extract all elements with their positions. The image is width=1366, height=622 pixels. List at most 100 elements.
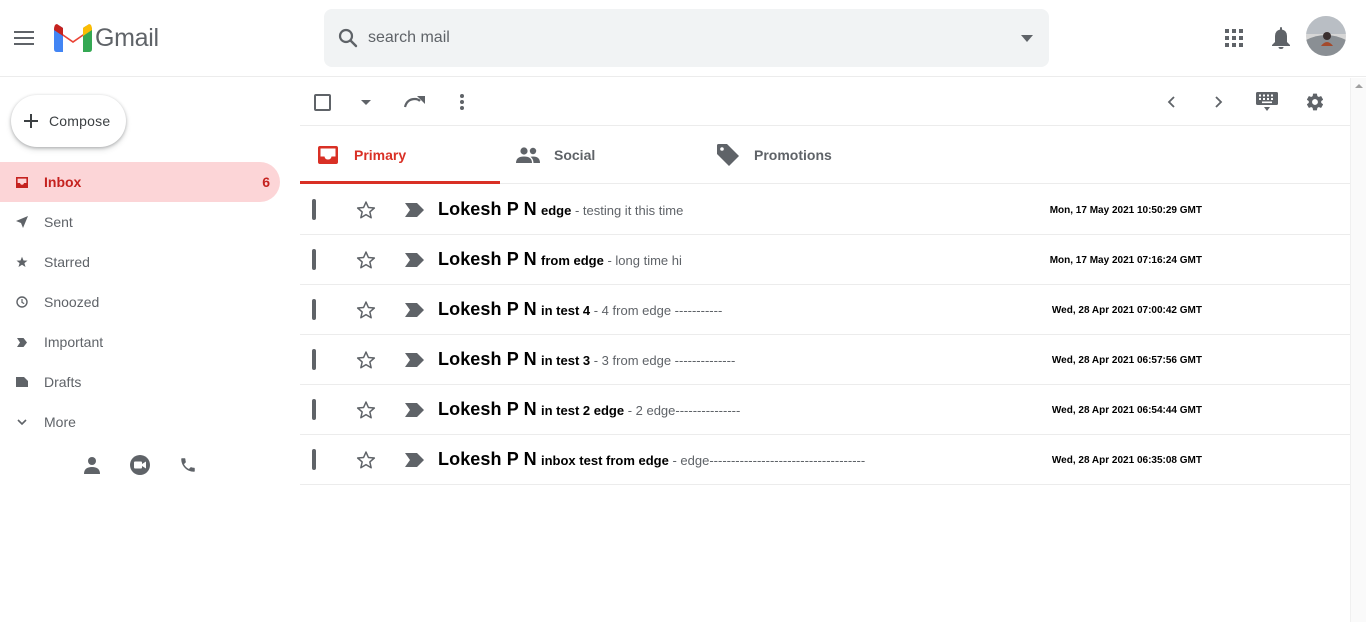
redo-icon <box>403 96 425 108</box>
sidebar-item-label: Important <box>44 334 104 350</box>
important-marker-icon[interactable] <box>402 248 426 272</box>
mail-list-panel: Primary Social Promotions Lokesh P N edg… <box>300 78 1350 622</box>
unread-count-badge: 6 <box>262 174 270 190</box>
star-outline-icon[interactable] <box>354 398 378 422</box>
star-outline-icon[interactable] <box>354 448 378 472</box>
notifications-bell-icon[interactable] <box>1268 24 1294 52</box>
select-all-checkbox[interactable] <box>310 90 334 114</box>
search-icon[interactable] <box>334 24 362 52</box>
email-row[interactable]: Lokesh P N inbox test from edge - edge--… <box>300 435 1350 485</box>
email-row[interactable]: Lokesh P N in test 3 - 3 from edge -----… <box>300 335 1350 385</box>
profile-photo-icon <box>1306 16 1346 56</box>
email-row[interactable]: Lokesh P N in test 2 edge - 2 edge------… <box>300 385 1350 435</box>
checkbox-box <box>313 93 331 111</box>
keyboard-icon <box>1256 92 1278 111</box>
row-checkbox[interactable] <box>312 449 316 470</box>
tab-promotions[interactable]: Promotions <box>700 126 900 184</box>
older-page-button[interactable] <box>1207 90 1231 114</box>
sidebar-item-label: Sent <box>44 214 73 230</box>
meet-video-icon[interactable] <box>128 453 152 477</box>
sidebar-item-sent[interactable]: Sent <box>0 202 280 242</box>
email-date: Mon, 17 May 2021 10:50:29 GMT <box>1049 205 1202 216</box>
newer-page-button[interactable] <box>1159 90 1183 114</box>
email-sender: Lokesh P N <box>438 399 537 419</box>
sidebar-item-label: Inbox <box>44 174 82 190</box>
search-input[interactable] <box>368 23 988 53</box>
important-marker-icon[interactable] <box>402 448 426 472</box>
row-checkbox[interactable] <box>312 249 316 270</box>
caret-down-icon <box>1021 34 1033 42</box>
checkbox-box <box>312 349 316 370</box>
email-date: Wed, 28 Apr 2021 06:35:08 GMT <box>1051 455 1202 466</box>
sidebar-item-important[interactable]: Important <box>0 322 280 362</box>
important-marker-icon[interactable] <box>402 198 426 222</box>
important-marker-icon[interactable] <box>402 398 426 422</box>
email-subject: from edge <box>541 253 604 268</box>
sidebar-item-starred[interactable]: Starred <box>0 242 280 282</box>
caret-down-icon <box>361 99 371 105</box>
email-row[interactable]: Lokesh P N edge - testing it this time M… <box>300 185 1350 235</box>
email-row[interactable]: Lokesh P N from edge - long time hi Mon,… <box>300 235 1350 285</box>
user-avatar[interactable] <box>1306 16 1346 56</box>
row-checkbox[interactable] <box>312 349 316 370</box>
sidebar-item-drafts[interactable]: Drafts <box>0 362 280 402</box>
important-marker-icon[interactable] <box>402 348 426 372</box>
select-options-button[interactable] <box>354 90 378 114</box>
phone-call-icon[interactable] <box>176 453 200 477</box>
star-outline-icon[interactable] <box>354 348 378 372</box>
email-sender: Lokesh P N <box>438 299 537 319</box>
sidebar-quick-actions <box>80 453 200 477</box>
email-row[interactable]: Lokesh P N in test 4 - 4 from edge -----… <box>300 285 1350 335</box>
important-marker-icon[interactable] <box>402 298 426 322</box>
checkbox-box <box>312 449 316 470</box>
email-sender: Lokesh P N <box>438 449 537 469</box>
inbox-icon <box>15 175 29 189</box>
row-checkbox[interactable] <box>312 199 316 220</box>
sidebar-item-snoozed[interactable]: Snoozed <box>0 282 280 322</box>
sidebar-item-inbox[interactable]: Inbox 6 <box>0 162 280 202</box>
email-list: Lokesh P N edge - testing it this time M… <box>300 185 1350 485</box>
plus-icon <box>24 114 38 128</box>
clock-icon <box>15 295 29 309</box>
search-bar[interactable] <box>324 9 1049 67</box>
email-subject: edge <box>541 203 572 218</box>
main-menu-button[interactable] <box>8 22 40 54</box>
email-snippet: - 3 from edge -------------- <box>590 353 736 368</box>
star-outline-icon[interactable] <box>354 298 378 322</box>
email-date: Mon, 17 May 2021 07:16:24 GMT <box>1049 255 1202 266</box>
more-options-button[interactable] <box>450 90 474 114</box>
settings-button[interactable] <box>1303 90 1327 114</box>
sidebar-item-label: Drafts <box>44 374 82 390</box>
email-snippet: - long time hi <box>603 253 682 268</box>
hamburger-menu-icon <box>14 31 34 45</box>
sidebar-item-more[interactable]: More <box>0 402 280 442</box>
gmail-logo[interactable]: Gmail <box>54 22 159 54</box>
row-checkbox[interactable] <box>312 399 316 420</box>
category-tabs: Primary Social Promotions <box>300 126 1350 184</box>
email-sender: Lokesh P N <box>438 349 537 369</box>
folder-nav: Inbox 6 Sent Starred Snoozed Important D… <box>0 162 280 442</box>
star-outline-icon[interactable] <box>354 198 378 222</box>
left-sidebar: Compose Inbox 6 Sent Starred Snoozed Imp… <box>0 78 290 622</box>
mail-toolbar <box>300 78 1350 126</box>
row-checkbox[interactable] <box>312 299 316 320</box>
tab-social[interactable]: Social <box>500 126 700 184</box>
apps-grid-icon[interactable] <box>1221 25 1247 51</box>
star-outline-icon[interactable] <box>354 248 378 272</box>
input-tools-button[interactable] <box>1255 90 1279 114</box>
email-subject: in test 4 <box>541 303 591 318</box>
vertical-scrollbar[interactable] <box>1350 78 1366 622</box>
top-header: Gmail <box>0 0 1366 77</box>
contacts-person-icon[interactable] <box>80 453 104 477</box>
checkbox-box <box>312 399 316 420</box>
refresh-button[interactable] <box>402 90 426 114</box>
scroll-up-arrow-icon[interactable] <box>1355 82 1363 90</box>
vertical-dots-icon <box>460 94 464 110</box>
email-snippet: - edge----------------------------------… <box>668 453 866 468</box>
search-options-button[interactable] <box>1015 26 1039 50</box>
star-icon <box>15 255 29 269</box>
tab-label: Promotions <box>754 147 832 163</box>
tab-primary[interactable]: Primary <box>300 126 500 184</box>
email-subject-line: edge - testing it this time <box>541 203 683 218</box>
compose-button[interactable]: Compose <box>11 95 126 147</box>
